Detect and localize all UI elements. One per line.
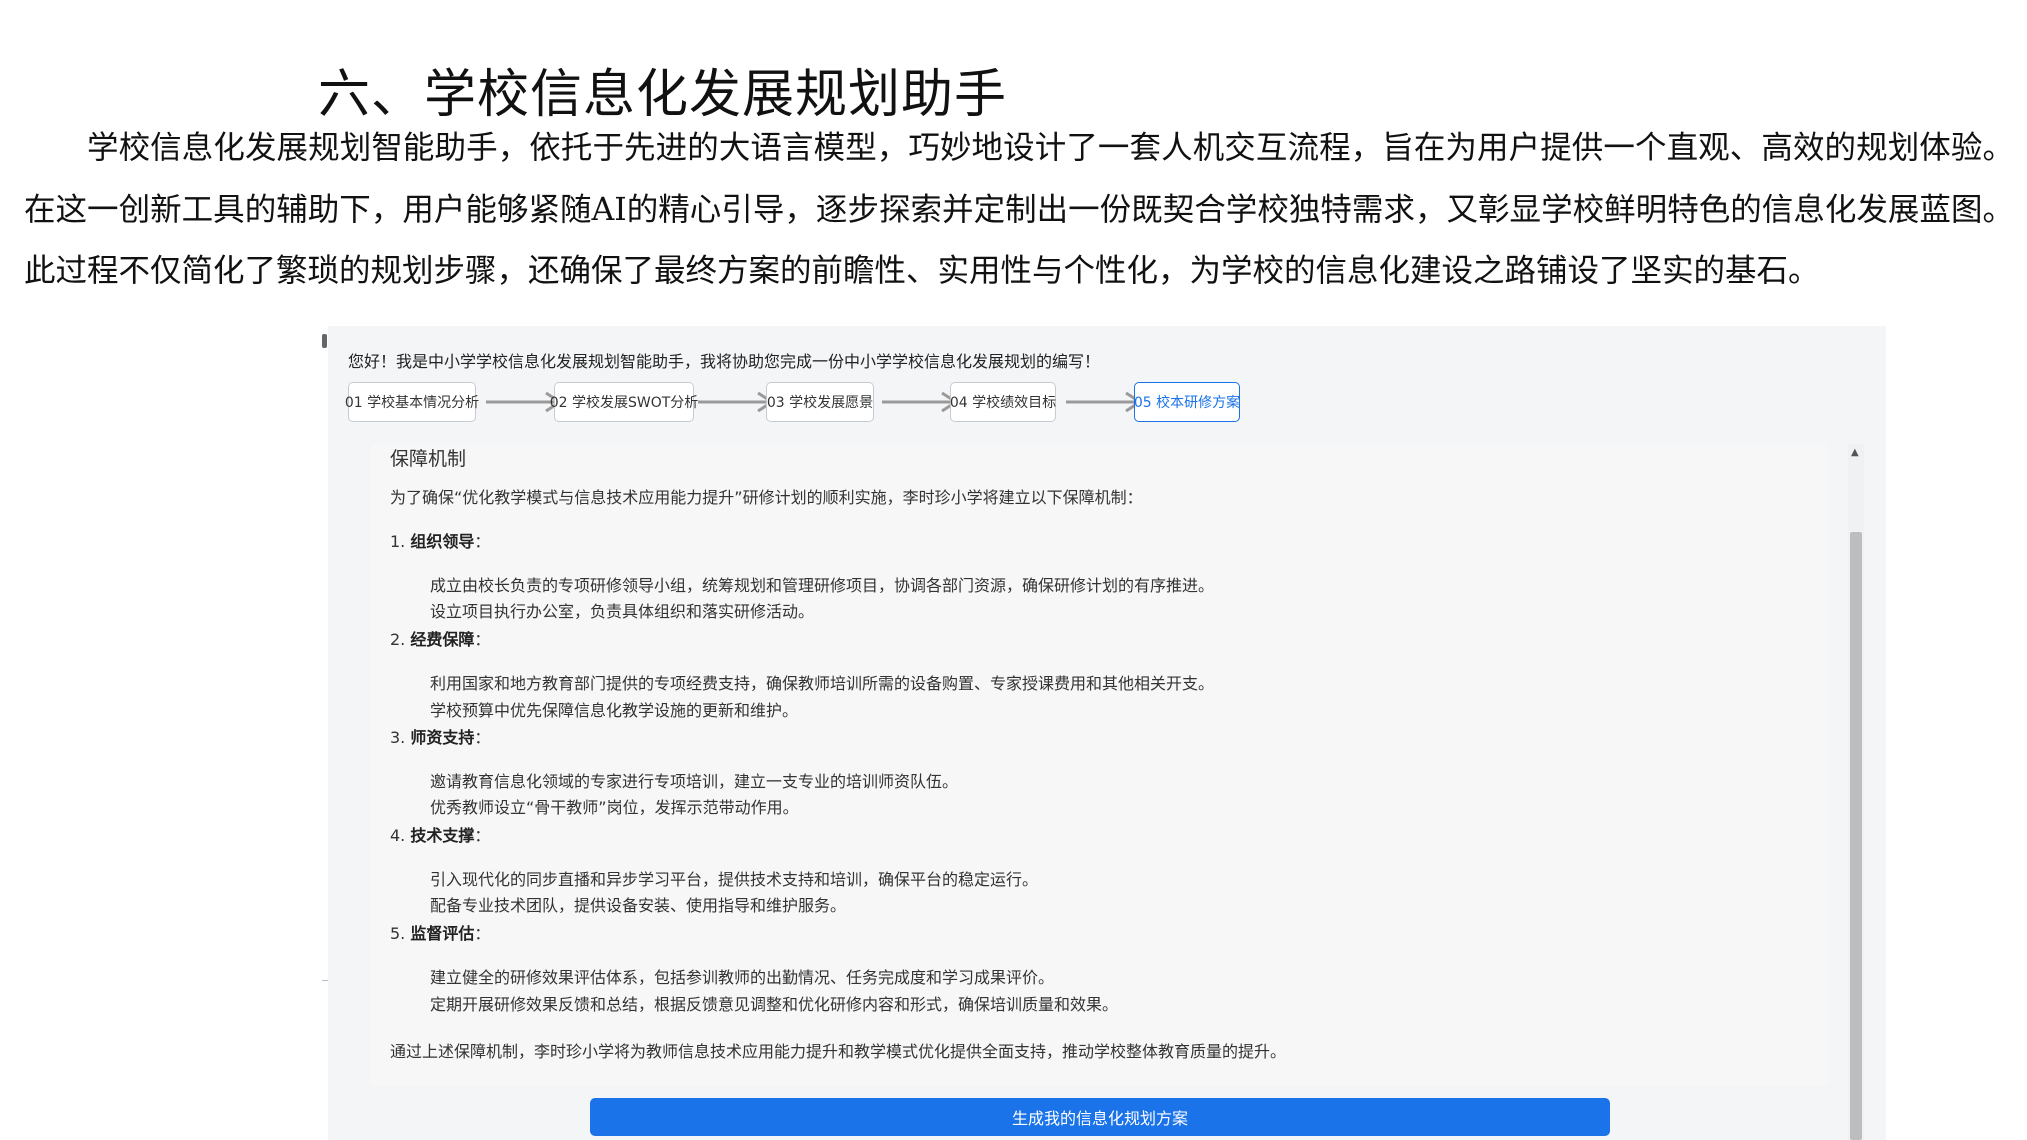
- item-title: 4. 技术支撑：: [390, 822, 490, 846]
- item-number: 2.: [390, 630, 406, 649]
- conclusion-text: 通过上述保障机制，李时珍小学将为教师信息技术应用能力提升和教学模式优化提供全面支…: [390, 1042, 1287, 1061]
- step-1-tab[interactable]: 01 学校基本情况分析: [345, 382, 479, 422]
- item-line: 成立由校长负责的专项研修领导小组，统筹规划和管理研修项目，协调各部门资源，确保研…: [430, 576, 1215, 595]
- item-title: 5. 监督评估：: [390, 920, 490, 944]
- item-colon: ：: [474, 630, 491, 649]
- item-title: 2. 经费保障：: [390, 626, 490, 650]
- item-colon: ：: [474, 924, 491, 943]
- item-colon: ：: [474, 532, 491, 551]
- item-number: 5.: [390, 924, 406, 943]
- item-number: 4.: [390, 826, 406, 845]
- item-title: 1. 组织领导：: [390, 528, 490, 552]
- item-heading: 技术支撑: [410, 826, 475, 845]
- item-number: 3.: [390, 728, 406, 747]
- item-line: 邀请教育信息化领域的专家进行专项培训，建立一支专业的培训师资队伍。: [430, 772, 959, 791]
- scrollbar-thumb[interactable]: [1850, 532, 1862, 1140]
- item-line: 利用国家和地方教育部门提供的专项经费支持，确保教师培训所需的设备购置、专家授课费…: [430, 674, 1215, 693]
- text-cursor: [322, 334, 327, 348]
- item-number: 1.: [390, 532, 406, 551]
- assistant-screenshot: 您好！我是中小学学校信息化发展规划智能助手，我将协助您完成一份中小学学校信息化发…: [328, 326, 1886, 1140]
- item-line: 建立健全的研修效果评估体系，包括参训教师的出勤情况、任务完成度和学习成果评价。: [430, 968, 1055, 987]
- document-paragraph: 学校信息化发展规划智能助手，依托于先进的大语言模型，巧妙地设计了一套人机交互流程…: [24, 130, 2014, 289]
- step-3-tab[interactable]: 03 学校发展愿景: [766, 382, 874, 422]
- step-4-tab[interactable]: 04 学校绩效目标: [950, 382, 1056, 422]
- generate-plan-button[interactable]: 生成我的信息化规划方案: [590, 1098, 1610, 1136]
- item-heading: 监督评估: [410, 924, 475, 943]
- step-nav: 01 学校基本情况分析 02 学校发展SWOT分析 03 学校发展愿景 04 学…: [345, 382, 1548, 426]
- intro-text: 为了确保“优化教学模式与信息技术应用能力提升”研修计划的顺利实施，李时珍小学将建…: [390, 488, 1143, 507]
- item-heading: 师资支持: [410, 728, 475, 747]
- scroll-up-icon[interactable]: ▲: [1851, 448, 1859, 458]
- item-heading: 经费保障: [410, 630, 475, 649]
- content-panel: 保障机制 为了确保“优化教学模式与信息技术应用能力提升”研修计划的顺利实施，李时…: [370, 444, 1828, 1086]
- item-title: 3. 师资支持：: [390, 724, 490, 748]
- item-line: 引入现代化的同步直播和异步学习平台，提供技术支持和培训，确保平台的稳定运行。: [430, 870, 1039, 889]
- document-title: 六、学校信息化发展规划助手: [318, 65, 1008, 125]
- item-colon: ：: [474, 826, 491, 845]
- item-heading: 组织领导: [410, 532, 475, 551]
- scrollbar[interactable]: ▲: [1848, 444, 1864, 1140]
- item-line: 配备专业技术团队，提供设备安装、使用指导和维护服务。: [430, 896, 847, 915]
- item-line: 优秀教师设立“骨干教师”岗位，发挥示范带动作用。: [430, 798, 799, 817]
- item-line: 学校预算中优先保障信息化教学设施的更新和维护。: [430, 701, 799, 720]
- section-title: 保障机制: [390, 448, 467, 470]
- step-2-tab[interactable]: 02 学校发展SWOT分析: [550, 382, 698, 422]
- item-line: 定期开展研修效果反馈和总结，根据反馈意见调整和优化研修内容和形式，确保培训质量和…: [430, 995, 1119, 1014]
- step-5-tab[interactable]: 05 校本研修方案: [1134, 382, 1240, 422]
- greeting-message: 您好！我是中小学学校信息化发展规划智能助手，我将协助您完成一份中小学学校信息化发…: [348, 352, 1101, 371]
- item-colon: ：: [474, 728, 491, 747]
- item-line: 设立项目执行办公室，负责具体组织和落实研修活动。: [430, 602, 815, 621]
